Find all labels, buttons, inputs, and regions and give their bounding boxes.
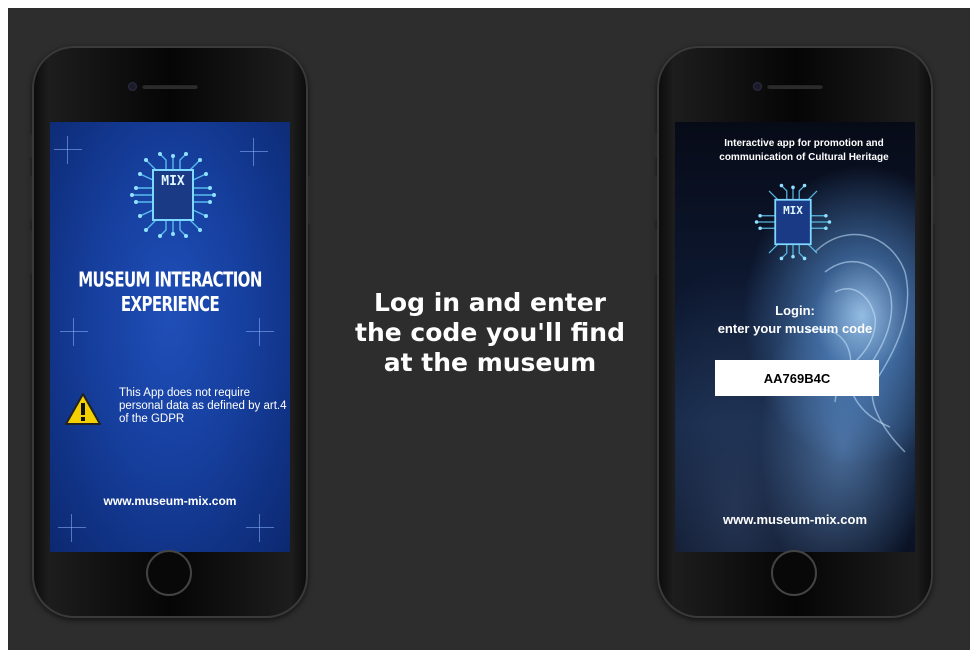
- volume-up-button: [29, 176, 32, 220]
- front-camera: [753, 82, 762, 91]
- login-screen: Interactive app for promotion and commun…: [675, 122, 915, 552]
- decor-crosshair: [60, 318, 88, 346]
- gdpr-notice: This App does not require personal data …: [119, 387, 287, 425]
- headline-line: at the museum: [383, 348, 597, 377]
- decor-crosshair: [240, 138, 268, 166]
- power-button: [308, 176, 311, 224]
- front-camera: [128, 82, 137, 91]
- headline-line: the code you'll find: [355, 318, 625, 347]
- website-link[interactable]: www.museum-mix.com: [675, 512, 915, 527]
- museum-code-input[interactable]: AA769B4C: [715, 360, 879, 396]
- earpiece-speaker: [767, 84, 823, 89]
- promo-line: communication of Cultural Heritage: [719, 152, 889, 163]
- right-phone: Interactive app for promotion and commun…: [654, 46, 936, 618]
- mix-logo: MIX: [128, 150, 218, 240]
- mix-logo: MIX: [753, 182, 833, 262]
- mute-switch: [29, 134, 32, 158]
- login-prompt: Login: enter your museum code: [675, 302, 915, 338]
- volume-down-button: [654, 230, 657, 274]
- home-button: [771, 550, 817, 596]
- headline-line: Log in and enter: [373, 288, 607, 317]
- promo-text: Interactive app for promotion and commun…: [693, 137, 915, 165]
- login-label: Login:: [775, 303, 815, 318]
- decor-crosshair: [54, 136, 82, 164]
- app-title: MUSEUM INTERACTION EXPERIENCE: [78, 267, 262, 317]
- headline: Log in and enter the code you'll find at…: [330, 288, 650, 378]
- promo-line: Interactive app for promotion and: [724, 138, 884, 149]
- volume-up-button: [654, 176, 657, 220]
- login-instruction: enter your museum code: [717, 321, 873, 336]
- website-link[interactable]: www.museum-mix.com: [50, 494, 290, 508]
- splash-screen: MIX MUSEUM INTERACTION EXPERIENCE This A…: [50, 122, 290, 552]
- power-button: [933, 176, 936, 224]
- decor-crosshair: [246, 514, 274, 542]
- home-button: [146, 550, 192, 596]
- decor-crosshair: [58, 514, 86, 542]
- earpiece-speaker: [142, 84, 198, 89]
- logo-text: MIX: [161, 174, 185, 189]
- warning-triangle-icon: [65, 393, 101, 425]
- left-phone: MIX MUSEUM INTERACTION EXPERIENCE This A…: [29, 46, 311, 618]
- logo-text: MIX: [783, 204, 803, 217]
- decor-crosshair: [246, 318, 274, 346]
- volume-down-button: [29, 230, 32, 274]
- mute-switch: [654, 134, 657, 158]
